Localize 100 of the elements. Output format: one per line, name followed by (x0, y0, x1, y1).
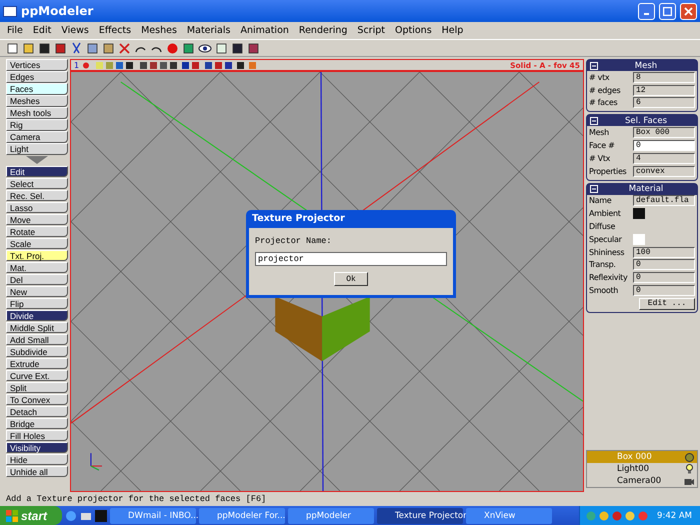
tool-button[interactable]: Hide (6, 454, 68, 465)
3d-viewport[interactable] (70, 71, 584, 492)
tool-button[interactable]: Detach (6, 406, 68, 417)
tool-button[interactable]: Rig (6, 119, 68, 130)
start-button[interactable]: start (0, 506, 62, 525)
menu-item[interactable]: File (2, 25, 28, 36)
taskbar-button[interactable]: XnView (466, 508, 552, 524)
axis-gizmo-icon (90, 452, 102, 471)
field-label: Specular (589, 234, 623, 244)
field-label: # vtx (589, 72, 610, 82)
tool-button[interactable]: Meshes (6, 95, 68, 106)
menu-item[interactable]: Edit (28, 25, 56, 36)
tool-button[interactable]: Add Small (6, 334, 68, 345)
tool-button[interactable]: Rec. Sel. (6, 190, 68, 201)
menu-item[interactable]: Views (56, 25, 94, 36)
menu-item[interactable]: Effects (94, 25, 136, 36)
tool-button[interactable]: Faces (6, 83, 68, 94)
close-button[interactable] (680, 2, 697, 20)
tool-button[interactable]: Mesh tools (6, 107, 68, 118)
menu-item[interactable]: Options (390, 25, 437, 36)
value-field[interactable]: 0 (633, 140, 695, 152)
taskbar-button[interactable]: ppModeler For... (199, 508, 285, 524)
value-field[interactable]: 6 (633, 97, 695, 108)
tool-button[interactable]: Edges (6, 71, 68, 82)
tool-button[interactable]: Curve Ext. (6, 370, 68, 381)
tool-button[interactable]: Flip (6, 298, 68, 309)
tool-button[interactable]: Scale (6, 238, 68, 249)
value-field[interactable]: 0 (633, 272, 695, 284)
value-field[interactable]: 4 (633, 152, 695, 164)
flag-icon (6, 510, 18, 522)
window-title: ppModeler (21, 4, 94, 18)
bulb-icon (685, 464, 694, 474)
field-label: # edges (589, 86, 622, 95)
collapse-icon[interactable] (590, 62, 598, 70)
delete-icon[interactable] (118, 42, 131, 54)
menu-item[interactable]: Help (436, 25, 468, 36)
cut-icon[interactable] (70, 42, 83, 54)
color-swatch[interactable] (633, 208, 645, 220)
section-header[interactable]: Divide (6, 310, 68, 321)
tool-button[interactable]: Middle Split (6, 322, 68, 333)
tool-button[interactable]: New (6, 286, 68, 297)
minimize-button[interactable] (638, 2, 655, 20)
color-swatch[interactable] (633, 234, 645, 245)
ok-button[interactable]: Ok (334, 272, 368, 286)
field-label: Ambient (589, 209, 622, 218)
tool-button[interactable]: Vertices (6, 59, 68, 70)
taskbar-button[interactable]: ppModeler (288, 508, 374, 524)
tool-button[interactable]: Move (6, 214, 68, 225)
tool-button[interactable]: Bridge (6, 418, 68, 429)
eye-icon[interactable] (198, 42, 212, 54)
value-field[interactable]: 12 (633, 84, 695, 96)
tool-button[interactable]: Split (6, 382, 68, 393)
tool-button[interactable]: Extrude (6, 358, 68, 369)
value-field[interactable]: 8 (633, 72, 695, 83)
value-field[interactable]: 0 (633, 259, 695, 270)
panel-title: Mesh (634, 60, 658, 70)
tool-button[interactable]: Mat. (6, 262, 68, 273)
edit-button[interactable]: Edit ... (639, 298, 695, 310)
close-icon (684, 6, 693, 16)
maximize-button[interactable] (659, 2, 676, 20)
tool-button[interactable]: Light (6, 143, 68, 154)
window-icon (3, 6, 17, 16)
value-field[interactable]: 0 (633, 285, 695, 296)
tool-button[interactable]: Rotate (6, 226, 68, 237)
value-field[interactable]: default.fla (633, 195, 695, 206)
menu-item[interactable]: Rendering (294, 25, 352, 36)
field-label: Projector Name: (255, 236, 333, 246)
tool-button[interactable]: Camera (6, 131, 68, 142)
dialog-title: Texture Projector (251, 212, 346, 226)
viewport-number: 1 (74, 60, 80, 70)
field-label: # faces (589, 98, 618, 108)
taskbar-button[interactable]: DWmail - INBO... (110, 508, 196, 524)
field-label: Reflexivity (589, 273, 628, 282)
tool-button[interactable]: Fill Holes (6, 430, 68, 441)
name-input[interactable]: projector (255, 252, 447, 266)
field-label: Shininess (589, 248, 626, 257)
menu-item[interactable]: Materials (182, 25, 236, 36)
menu-item[interactable]: Animation (235, 25, 294, 36)
field-label: Name (589, 196, 612, 206)
tool-button[interactable]: Unhide all (6, 466, 68, 477)
status-text: Add a Texture projector for the selected faces [F6] (6, 494, 266, 504)
value-field[interactable]: convex (633, 166, 695, 177)
tool-button[interactable]: Subdivide (6, 346, 68, 357)
section-header[interactable]: Edit (6, 166, 68, 177)
tool-button[interactable]: Lasso (6, 202, 68, 213)
value-field[interactable]: Box 000 (633, 127, 695, 138)
field-label: Mesh (589, 128, 610, 138)
panel-title: Sel. Faces (624, 116, 668, 126)
tool-button[interactable]: Del (6, 274, 68, 285)
section-header[interactable]: Visibility (6, 442, 68, 453)
field-label: Face # (589, 141, 616, 150)
menu-item[interactable]: Meshes (136, 25, 182, 36)
menu-item[interactable]: Script (352, 25, 390, 36)
tool-button[interactable]: To Convex (6, 394, 68, 405)
tool-button[interactable]: Txt. Proj. (6, 250, 68, 261)
collapse-icon[interactable] (590, 185, 598, 194)
value-field[interactable]: 100 (633, 246, 695, 258)
tool-button[interactable]: Select (6, 178, 68, 189)
collapse-icon[interactable] (590, 116, 598, 125)
field-label: Transp. (589, 260, 617, 270)
